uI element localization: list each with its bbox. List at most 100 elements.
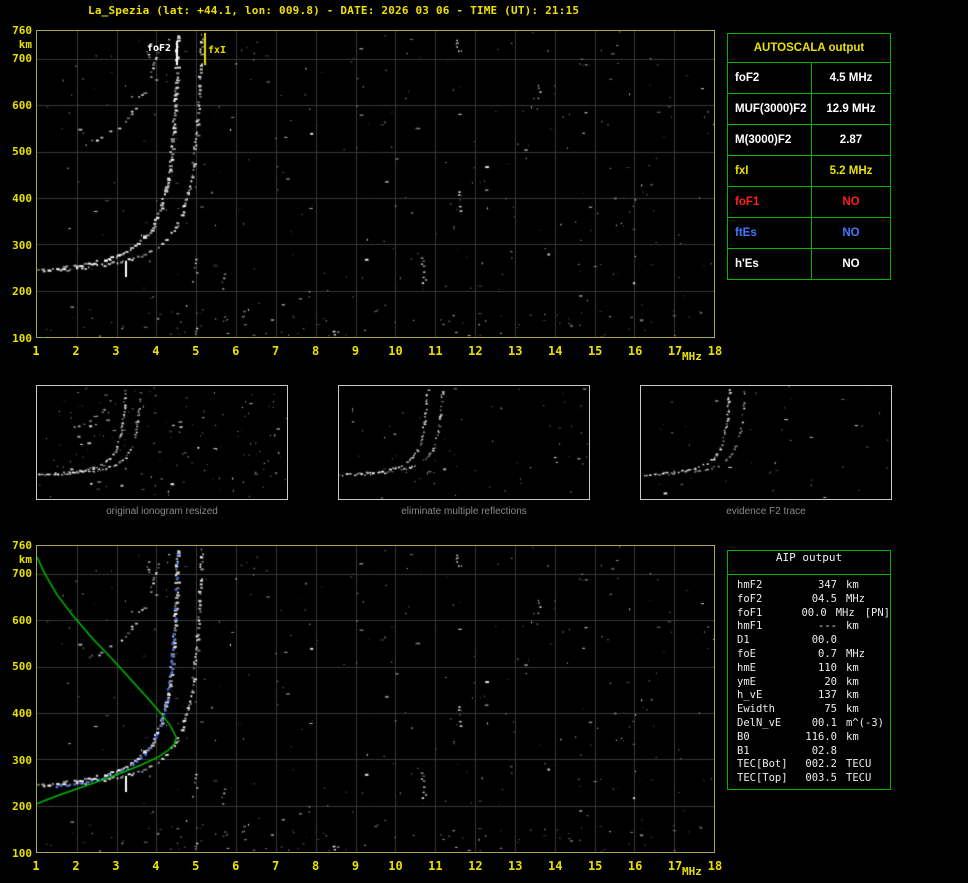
aip-row-label: TEC[Bot] <box>737 758 788 771</box>
y-axis-tick-label: 760 <box>12 539 32 552</box>
aip-row-value: --- <box>818 620 837 633</box>
x-axis-tick-label: 16 <box>627 344 643 358</box>
autoscala-row-value: 2.87 <box>839 134 863 146</box>
aip-row: hmE 110 km <box>737 662 890 676</box>
autoscala-row-value: 5.2 MHz <box>829 165 873 177</box>
autoscala-row-label: MUF(3000)F2 <box>728 94 812 124</box>
autoscala-row-label: M(3000)F2 <box>728 125 812 155</box>
x-axis-tick-label: 15 <box>587 344 603 358</box>
aip-row-unit: MHz <box>835 606 855 619</box>
aip-row-unit: km <box>846 620 859 633</box>
y-axis-tick-label: 700 <box>12 567 32 580</box>
thumbnail-caption-no-multiples: eliminate multiple reflections <box>401 506 527 517</box>
x-axis-tick-label: 1 <box>32 859 40 873</box>
x-axis-tick-label: 2 <box>72 859 80 873</box>
y-axis-unit-label: km <box>18 553 32 566</box>
autoscala-row-value: NO <box>842 258 860 270</box>
autoscala-row-label: h'Es <box>728 249 812 279</box>
aip-row-unit: km <box>846 730 859 743</box>
aip-row: hmF2 347 km <box>737 579 890 593</box>
y-axis-tick-label: 200 <box>12 285 32 299</box>
aip-row-label: B1 <box>737 744 750 757</box>
aip-row-label: DelN_vE <box>737 716 782 729</box>
autoscala-row-label: fxI <box>728 156 812 186</box>
thumbnail-no-multiples <box>338 385 590 500</box>
y-axis-tick-label: 500 <box>12 660 32 674</box>
autoscala-row-label: ftEs <box>728 218 812 248</box>
aip-row: D1 00.0 <box>737 634 890 648</box>
aip-row-label: B0 <box>737 730 750 743</box>
aip-row-value: 75 <box>824 703 837 716</box>
aip-row-value: 002.2 <box>805 758 837 771</box>
y-axis-tick-label: 700 <box>12 52 32 65</box>
x-axis-tick-label: 10 <box>388 344 403 358</box>
aip-row: DelN_vE 00.1 m^(-3) <box>737 717 890 731</box>
station-date-time-header: La_Spezia (lat: +44.1, lon: 009.8) - DAT… <box>88 4 580 17</box>
aip-row-unit: m^(-3) <box>846 716 884 729</box>
fxi-marker-label: fxI <box>208 45 227 56</box>
aip-row-label: hmE <box>737 661 756 674</box>
aip-row-label: h_vE <box>737 689 763 702</box>
x-axis-tick-label: 4 <box>152 344 160 358</box>
y-axis-tick-label: 600 <box>12 98 32 112</box>
x-axis-tick-label: 2 <box>72 344 80 358</box>
aip-row: ymE 20 km <box>737 676 890 690</box>
aip-row-label: hmF1 <box>737 620 763 633</box>
x-axis-tick-label: 18 <box>707 859 723 873</box>
aip-row: foF2 04.5 MHz <box>737 593 890 607</box>
aip-row-unit: TECU <box>846 758 872 771</box>
aip-row-unit: km <box>846 661 859 674</box>
aip-row: h_vE 137 km <box>737 689 890 703</box>
aip-row: B0 116.0 km <box>737 731 890 745</box>
autoscala-row: fxI 5.2 MHz <box>728 156 890 187</box>
aip-row-value: 110 <box>818 661 837 674</box>
aip-row-unit: MHz <box>846 592 865 605</box>
thumbnail-canvas-no-multiples <box>339 386 589 499</box>
x-axis-tick-label: 3 <box>112 344 120 358</box>
aip-row-extra: [PN] <box>864 606 890 619</box>
x-axis-tick-label: 8 <box>311 859 320 873</box>
y-axis-tick-label: 400 <box>12 192 32 205</box>
aip-row-value: 003.5 <box>805 772 837 785</box>
y-axis-tick-label: 500 <box>12 145 32 159</box>
x-axis-tick-label: 5 <box>192 859 200 873</box>
aip-row-unit: km <box>846 703 859 716</box>
aip-table-title: AIP output <box>728 551 890 575</box>
aip-row: foF1 00.0 MHz [PN] <box>737 607 890 621</box>
autoscala-table-header: AUTOSCALA output <box>728 34 890 63</box>
x-axis-tick-label: 12 <box>468 344 483 358</box>
thumbnail-original-ionogram <box>36 385 288 500</box>
aip-row-label: foE <box>737 647 756 660</box>
y-axis-tick-label: 300 <box>12 238 32 252</box>
aip-row-value: 04.5 <box>811 592 837 605</box>
aip-row-unit: km <box>846 675 859 688</box>
autoscala-row: ftEs NO <box>728 218 890 249</box>
x-axis-tick-label: 6 <box>232 859 240 873</box>
aip-row-label: hmF2 <box>737 579 763 591</box>
autoscala-row: M(3000)F2 2.87 <box>728 125 890 156</box>
aip-row-value: 0.7 <box>818 647 837 660</box>
x-axis-tick-label: 9 <box>351 344 360 358</box>
thumbnail-caption-original: original ionogram resized <box>106 506 218 517</box>
x-axis-tick-label: 3 <box>112 859 120 873</box>
aip-row-label: foF1 <box>737 606 763 619</box>
y-axis-tick-label: 400 <box>12 707 32 720</box>
x-axis-tick-label: 7 <box>272 859 280 873</box>
aip-row-value: 137 <box>818 689 837 702</box>
thumbnail-f2-trace <box>640 385 892 500</box>
autoscala-row-value: NO <box>842 227 860 239</box>
aip-row-unit: TECU <box>846 772 872 785</box>
thumbnail-canvas-original <box>37 386 287 499</box>
thumbnail-caption-f2-trace: evidence F2 trace <box>726 506 806 517</box>
x-axis-tick-label: 11 <box>428 344 443 358</box>
x-axis-tick-label: 13 <box>508 859 523 873</box>
autoscala-output-table: AUTOSCALA output foF2 4.5 MHz MUF(3000)F2 1… <box>727 33 891 280</box>
ionogram-plot-bottom <box>36 545 715 853</box>
x-axis-unit-label: MHz <box>682 350 702 363</box>
x-axis-tick-label: 5 <box>192 344 200 358</box>
autoscala-row-value: 4.5 MHz <box>829 72 873 84</box>
thumbnail-canvas-f2-trace <box>641 386 891 499</box>
aip-row-value: 347 <box>818 579 837 591</box>
aip-row-value: 00.1 <box>811 716 837 729</box>
x-axis-tick-label: 11 <box>428 859 443 873</box>
